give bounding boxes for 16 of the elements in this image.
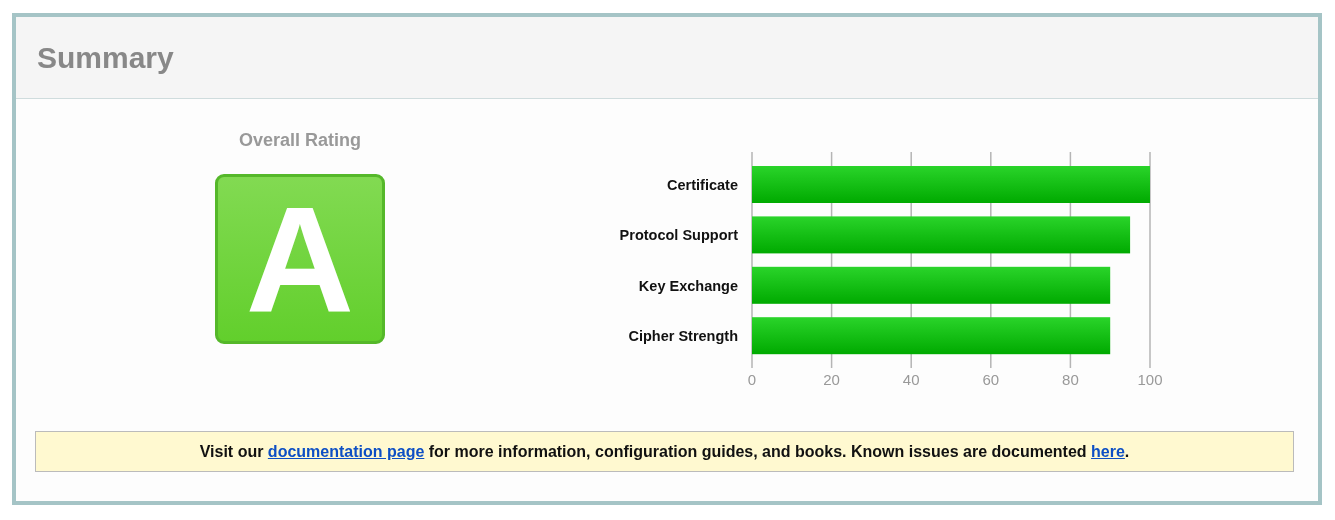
info-notice: Visit our documentation page for more information, configuration guides, and books. Known issues are documented here. xyxy=(35,431,1294,472)
axis-label: 60 xyxy=(982,371,1000,388)
category-label: Certificate xyxy=(667,177,738,193)
notice-link[interactable]: here xyxy=(1091,443,1125,460)
axis-label: 80 xyxy=(1062,371,1079,388)
rating-label: Overall Rating xyxy=(238,129,361,151)
axis-label: 20 xyxy=(823,371,840,388)
axis-label: 0 xyxy=(747,371,757,388)
category-label: Key Exchange xyxy=(638,277,738,294)
axis-label: 100 xyxy=(1137,371,1163,388)
axis-label: 40 xyxy=(902,371,920,388)
category-label: Protocol Support xyxy=(619,227,738,244)
category-label: Cipher Strength xyxy=(628,328,738,345)
notice-link[interactable]: documentation page xyxy=(267,443,425,460)
grade-badge: A xyxy=(215,174,385,344)
panel-title: Summary xyxy=(37,40,174,75)
